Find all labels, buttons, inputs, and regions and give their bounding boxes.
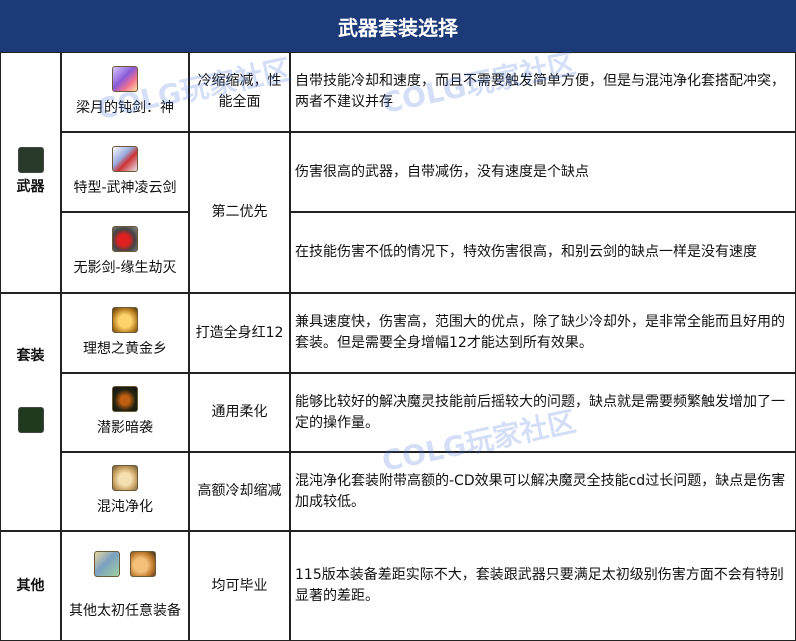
description-cell: 伤害很高的武器，自带减伤，没有速度是个缺点 [290, 132, 796, 212]
sword-icon [112, 65, 138, 92]
armor-icon [112, 465, 138, 491]
item-name: 特型-武神凌云剑 [73, 179, 177, 196]
description-text: 能够比较好的解决魔灵技能前后摇较大的问题，缺点就是需要频繁触发增加了一定的操作量… [295, 393, 785, 431]
priority-text: 均可毕业 [211, 577, 268, 594]
category-weapon-cell: 武器 [0, 52, 61, 293]
item-icon [130, 550, 156, 577]
description-text: 115版本装备差距实际不大，套装跟武器只要满足太初级别伤害方面不会有特别显著的差… [295, 567, 784, 604]
item-cell: 特型-武神凌云剑 [61, 132, 189, 212]
description-text: 自带技能冷却和速度，而且不需要触发简单方便，但是与混沌净化套搭配冲突，两者不建议… [295, 73, 785, 110]
description-cell: 能够比较好的解决魔灵技能前后摇较大的问题，缺点就是需要频繁触发增加了一定的操作量… [290, 373, 796, 452]
item-cell: 潜影暗袭 [61, 373, 189, 452]
description-cell: 115版本装备差距实际不大，套装跟武器只要满足太初级别伤害方面不会有特别显著的差… [290, 531, 796, 641]
item-icon [94, 550, 120, 577]
category-set-label: 套装 [16, 347, 45, 364]
armor-icon [112, 306, 138, 333]
priority-cell: 第二优先 [189, 132, 290, 293]
item-name: 混沌净化 [97, 499, 153, 515]
category-weapon-label: 武器 [16, 179, 45, 195]
sword-icon [112, 226, 138, 252]
description-cell: 在技能伤害不低的情况下，特效伤害很高，和别云剑的缺点一样是没有速度 [290, 212, 796, 293]
priority-text: 高额冷却缩减 [197, 483, 282, 499]
sword-icon [112, 145, 138, 172]
priority-cell: 打造全身红12 [189, 293, 290, 373]
category-other-cell: 其他 [0, 531, 61, 641]
item-cell: 混沌净化 [61, 452, 189, 531]
weapon-set-table: 武器 套装 其他 梁月的钝剑：神 特型-武神凌云剑 无影剑-缘生劫灭 理想之黄金… [0, 52, 796, 641]
item-name: 无影剑-缘生劫灭 [73, 260, 177, 276]
weapon-category-icon [17, 147, 44, 173]
description-cell: 自带技能冷却和速度，而且不需要触发简单方便，但是与混沌净化套搭配冲突，两者不建议… [290, 52, 796, 132]
item-name: 理想之黄金乡 [83, 340, 167, 357]
priority-cell: 均可毕业 [189, 531, 290, 641]
priority-text: 第二优先 [211, 204, 268, 220]
priority-text: 通用柔化 [211, 404, 268, 420]
description-text: 伤害很高的武器，自带减伤，没有速度是个缺点 [295, 163, 589, 180]
priority-text: 打造全身红12 [195, 324, 284, 341]
item-name: 其他太初任意装备 [69, 602, 181, 619]
item-name: 梁月的钝剑：神 [76, 99, 174, 116]
set-category-icon [17, 406, 44, 433]
category-other-label: 其他 [16, 577, 45, 594]
description-text: 混沌净化套装附带高额的-CD效果可以解决魔灵全技能cd过长问题，缺点是伤害加成较… [295, 472, 786, 510]
priority-text: 冷缩缩减，性能全面 [197, 73, 282, 110]
item-cell: 其他太初任意装备 [61, 531, 189, 641]
item-name: 潜影暗袭 [97, 420, 153, 436]
description-cell: 兼具速度快，伤害高，范围大的优点，除了缺少冷却外，是非常全能而且好用的套装。但是… [290, 293, 796, 373]
priority-cell: 高额冷却缩减 [189, 452, 290, 531]
priority-cell: 通用柔化 [189, 373, 290, 452]
description-text: 兼具速度快，伤害高，范围大的优点，除了缺少冷却外，是非常全能而且好用的套装。但是… [295, 314, 785, 351]
description-text: 在技能伤害不低的情况下，特效伤害很高，和别云剑的缺点一样是没有速度 [295, 244, 757, 260]
description-cell: 混沌净化套装附带高额的-CD效果可以解决魔灵全技能cd过长问题，缺点是伤害加成较… [290, 452, 796, 531]
item-cell: 无影剑-缘生劫灭 [61, 212, 189, 293]
priority-cell: 冷缩缩减，性能全面 [189, 52, 290, 132]
table-title: 武器套装选择 [0, 0, 796, 52]
item-cell: 理想之黄金乡 [61, 293, 189, 373]
category-set-cell: 套装 [0, 293, 61, 531]
item-cell: 梁月的钝剑：神 [61, 52, 189, 132]
armor-icon [112, 386, 138, 412]
